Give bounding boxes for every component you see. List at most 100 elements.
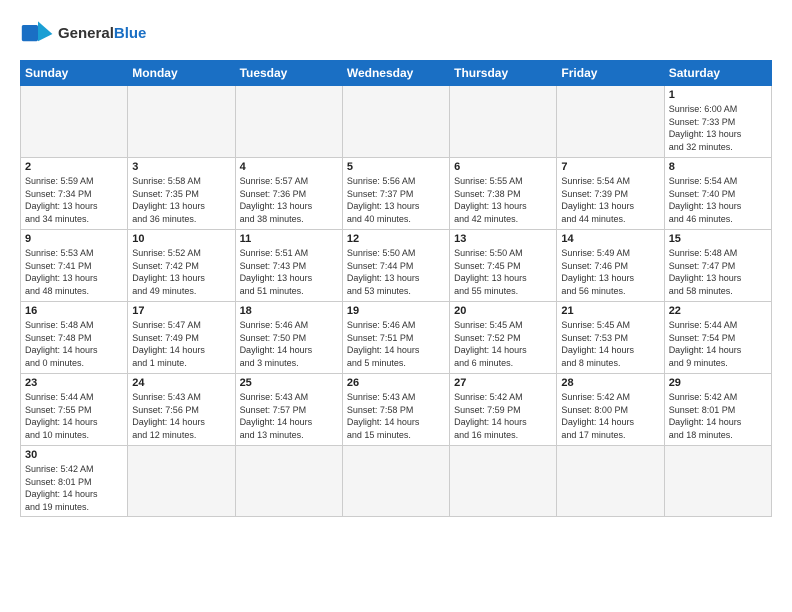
day-info: Sunrise: 5:48 AMSunset: 7:48 PMDaylight:…	[25, 319, 123, 369]
day-number: 18	[240, 305, 338, 317]
calendar-day	[557, 446, 664, 517]
calendar-day: 14Sunrise: 5:49 AMSunset: 7:46 PMDayligh…	[557, 230, 664, 302]
header: GeneralBlue	[20, 16, 772, 52]
day-info: Sunrise: 5:46 AMSunset: 7:50 PMDaylight:…	[240, 319, 338, 369]
day-number: 2	[25, 161, 123, 173]
day-number: 11	[240, 233, 338, 245]
calendar-day: 13 Sunrise: 5:50 AMSunset: 7:45 PMDayligh…	[450, 230, 557, 302]
calendar-page: GeneralBlue Sunday Monday Tuesday Wednes…	[0, 0, 792, 527]
day-number: 15	[669, 233, 767, 245]
day-number: 13	[454, 233, 552, 245]
calendar-day: 11 Sunrise: 5:51 AMSunset: 7:43 PMDayligh…	[235, 230, 342, 302]
calendar-day	[21, 86, 128, 158]
calendar-day	[557, 86, 664, 158]
day-number: 26	[347, 377, 445, 389]
calendar-day	[128, 86, 235, 158]
day-info: Sunrise: 5:53 AMSunset: 7:41 PMDaylight:…	[25, 247, 123, 297]
calendar-day	[235, 446, 342, 517]
col-friday: Friday	[557, 61, 664, 86]
calendar-day: 26 Sunrise: 5:43 AMSunset: 7:58 PMDayligh…	[342, 374, 449, 446]
calendar-day: 3 Sunrise: 5:58 AMSunset: 7:35 PMDaylight…	[128, 158, 235, 230]
day-number: 28	[561, 377, 659, 389]
day-info: Sunrise: 5:43 AMSunset: 7:58 PMDaylight:…	[347, 391, 445, 441]
calendar-day: 24 Sunrise: 5:43 AMSunset: 7:56 PMDayligh…	[128, 374, 235, 446]
calendar-day: 21 Sunrise: 5:45 AMSunset: 7:53 PMDayligh…	[557, 302, 664, 374]
calendar-day: 2 Sunrise: 5:59 AMSunset: 7:34 PMDaylight…	[21, 158, 128, 230]
day-info: Sunrise: 5:50 AMSunset: 7:45 PMDaylight:…	[454, 247, 552, 297]
calendar-day: 6 Sunrise: 5:55 AMSunset: 7:38 PMDaylight…	[450, 158, 557, 230]
calendar-day: 8 Sunrise: 5:54 AMSunset: 7:40 PMDaylight…	[664, 158, 771, 230]
day-number: 3	[132, 161, 230, 173]
day-info: Sunrise: 5:59 AMSunset: 7:34 PMDaylight:…	[25, 175, 123, 225]
day-number: 8	[669, 161, 767, 173]
day-number: 21	[561, 305, 659, 317]
day-number: 20	[454, 305, 552, 317]
day-info: Sunrise: 5:45 AMSunset: 7:52 PMDaylight:…	[454, 319, 552, 369]
day-info: Sunrise: 6:00 AMSunset: 7:33 PMDaylight:…	[669, 103, 767, 153]
calendar-day: 18 Sunrise: 5:46 AMSunset: 7:50 PMDayligh…	[235, 302, 342, 374]
col-wednesday: Wednesday	[342, 61, 449, 86]
calendar-day: 16 Sunrise: 5:48 AMSunset: 7:48 PMDayligh…	[21, 302, 128, 374]
calendar-day: 12 Sunrise: 5:50 AMSunset: 7:44 PMDayligh…	[342, 230, 449, 302]
col-sunday: Sunday	[21, 61, 128, 86]
day-number: 1	[669, 89, 767, 101]
calendar-day	[450, 446, 557, 517]
calendar-day	[450, 86, 557, 158]
calendar-day: 25 Sunrise: 5:43 AMSunset: 7:57 PMDayligh…	[235, 374, 342, 446]
day-number: 6	[454, 161, 552, 173]
day-info: Sunrise: 5:49 AMSunset: 7:46 PMDaylight:…	[561, 247, 659, 297]
calendar-day: 17Sunrise: 5:47 AMSunset: 7:49 PMDayligh…	[128, 302, 235, 374]
day-number: 19	[347, 305, 445, 317]
day-number: 16	[25, 305, 123, 317]
day-number: 29	[669, 377, 767, 389]
day-info: Sunrise: 5:46 AMSunset: 7:51 PMDaylight:…	[347, 319, 445, 369]
day-number: 12	[347, 233, 445, 245]
day-info: Sunrise: 5:51 AMSunset: 7:43 PMDaylight:…	[240, 247, 338, 297]
day-info: Sunrise: 5:58 AMSunset: 7:35 PMDaylight:…	[132, 175, 230, 225]
day-info: Sunrise: 5:42 AMSunset: 8:01 PMDaylight:…	[25, 463, 123, 513]
calendar-day	[342, 446, 449, 517]
day-info: Sunrise: 5:44 AMSunset: 7:54 PMDaylight:…	[669, 319, 767, 369]
calendar-day: 19 Sunrise: 5:46 AMSunset: 7:51 PMDayligh…	[342, 302, 449, 374]
day-number: 9	[25, 233, 123, 245]
calendar-day: 22Sunrise: 5:44 AMSunset: 7:54 PMDayligh…	[664, 302, 771, 374]
day-number: 23	[25, 377, 123, 389]
day-number: 4	[240, 161, 338, 173]
calendar-day: 4Sunrise: 5:57 AMSunset: 7:36 PMDaylight…	[235, 158, 342, 230]
logo-text: GeneralBlue	[58, 26, 146, 43]
calendar-day: 28 Sunrise: 5:42 AMSunset: 8:00 PMDayligh…	[557, 374, 664, 446]
calendar-day	[128, 446, 235, 517]
day-info: Sunrise: 5:42 AMSunset: 8:01 PMDaylight:…	[669, 391, 767, 441]
calendar-day: 30 Sunrise: 5:42 AMSunset: 8:01 PMDayligh…	[21, 446, 128, 517]
calendar-day	[342, 86, 449, 158]
calendar-day: 15 Sunrise: 5:48 AMSunset: 7:47 PMDayligh…	[664, 230, 771, 302]
day-info: Sunrise: 5:48 AMSunset: 7:47 PMDaylight:…	[669, 247, 767, 297]
day-info: Sunrise: 5:56 AMSunset: 7:37 PMDaylight:…	[347, 175, 445, 225]
calendar-day: 1 Sunrise: 6:00 AMSunset: 7:33 PMDaylight…	[664, 86, 771, 158]
col-saturday: Saturday	[664, 61, 771, 86]
day-number: 10	[132, 233, 230, 245]
day-info: Sunrise: 5:54 AMSunset: 7:40 PMDaylight:…	[669, 175, 767, 225]
calendar-day	[235, 86, 342, 158]
day-info: Sunrise: 5:45 AMSunset: 7:53 PMDaylight:…	[561, 319, 659, 369]
day-info: Sunrise: 5:52 AMSunset: 7:42 PMDaylight:…	[132, 247, 230, 297]
day-info: Sunrise: 5:42 AMSunset: 8:00 PMDaylight:…	[561, 391, 659, 441]
day-info: Sunrise: 5:47 AMSunset: 7:49 PMDaylight:…	[132, 319, 230, 369]
day-info: Sunrise: 5:43 AMSunset: 7:57 PMDaylight:…	[240, 391, 338, 441]
calendar-day: 29 Sunrise: 5:42 AMSunset: 8:01 PMDayligh…	[664, 374, 771, 446]
calendar-table: Sunday Monday Tuesday Wednesday Thursday…	[20, 60, 772, 517]
logo-area: GeneralBlue	[20, 16, 146, 52]
day-info: Sunrise: 5:54 AMSunset: 7:39 PMDaylight:…	[561, 175, 659, 225]
day-number: 30	[25, 449, 123, 461]
day-number: 24	[132, 377, 230, 389]
calendar-day	[664, 446, 771, 517]
calendar-day: 10 Sunrise: 5:52 AMSunset: 7:42 PMDayligh…	[128, 230, 235, 302]
day-info: Sunrise: 5:43 AMSunset: 7:56 PMDaylight:…	[132, 391, 230, 441]
col-monday: Monday	[128, 61, 235, 86]
day-info: Sunrise: 5:50 AMSunset: 7:44 PMDaylight:…	[347, 247, 445, 297]
calendar-day: 27Sunrise: 5:42 AMSunset: 7:59 PMDayligh…	[450, 374, 557, 446]
col-tuesday: Tuesday	[235, 61, 342, 86]
day-number: 25	[240, 377, 338, 389]
day-info: Sunrise: 5:55 AMSunset: 7:38 PMDaylight:…	[454, 175, 552, 225]
day-info: Sunrise: 5:44 AMSunset: 7:55 PMDaylight:…	[25, 391, 123, 441]
